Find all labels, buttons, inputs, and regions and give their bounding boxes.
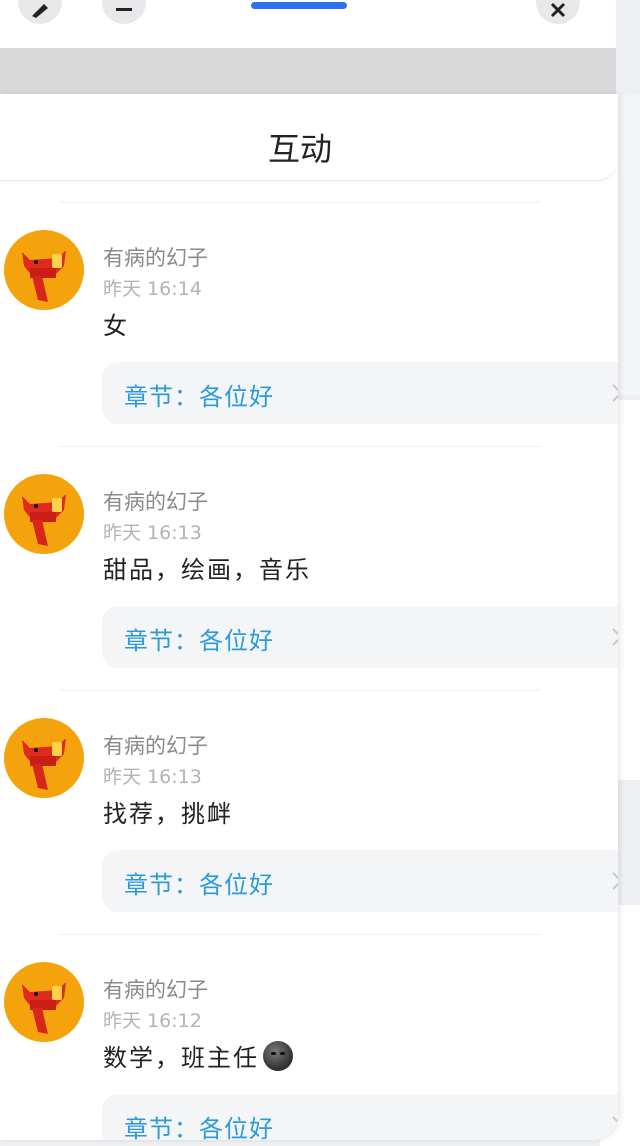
minimize-button[interactable] bbox=[102, 0, 146, 24]
avatar[interactable] bbox=[4, 474, 84, 554]
chevron-right-icon bbox=[612, 872, 618, 890]
chevron-right-icon bbox=[612, 384, 618, 402]
page-title: 互动 bbox=[267, 130, 332, 168]
drag-handle[interactable] bbox=[251, 2, 347, 9]
comment-text-value: 数学，班主任 bbox=[103, 1044, 259, 1072]
avatar[interactable] bbox=[4, 230, 84, 310]
comment-text-value: 甜品，绘画，音乐 bbox=[103, 556, 311, 584]
emoji-icon bbox=[263, 1040, 293, 1071]
interaction-panel: 互动 有病的幻子 昨天 16:14 女 章节：各位好 有病的幻子 昨天 16:1… bbox=[0, 94, 618, 1140]
timestamp: 昨天 16:13 bbox=[103, 522, 202, 544]
comment-text: 数学，班主任 bbox=[103, 1038, 293, 1073]
chapter-link[interactable]: 章节：各位好 bbox=[102, 362, 618, 424]
top-gray-strip bbox=[0, 48, 616, 94]
close-button[interactable] bbox=[536, 0, 580, 24]
comment-text-value: 找荐，挑衅 bbox=[103, 800, 233, 828]
chevron-right-icon bbox=[612, 628, 618, 646]
minimize-icon bbox=[116, 8, 132, 11]
chapter-label: 章节：各位好 bbox=[124, 871, 274, 899]
comment-text: 找荐，挑衅 bbox=[103, 794, 233, 829]
user-name[interactable]: 有病的幻子 bbox=[103, 730, 208, 760]
user-name[interactable]: 有病的幻子 bbox=[103, 242, 208, 272]
close-icon bbox=[550, 2, 566, 18]
comment-text: 甜品，绘画，音乐 bbox=[103, 550, 311, 585]
comment-item[interactable]: 有病的幻子 昨天 16:12 数学，班主任 章节：各位好 bbox=[0, 934, 618, 1140]
timestamp: 昨天 16:14 bbox=[103, 278, 202, 300]
chapter-link[interactable]: 章节：各位好 bbox=[102, 606, 618, 668]
timestamp: 昨天 16:13 bbox=[103, 766, 202, 788]
timestamp: 昨天 16:12 bbox=[103, 1010, 202, 1032]
chevron-right-icon bbox=[612, 1116, 618, 1134]
comment-item[interactable]: 有病的幻子 昨天 16:13 找荐，挑衅 章节：各位好 bbox=[0, 690, 618, 934]
panel-header: 互动 bbox=[0, 94, 618, 181]
top-bar bbox=[0, 0, 616, 48]
chapter-label: 章节：各位好 bbox=[124, 627, 274, 655]
chapter-link[interactable]: 章节：各位好 bbox=[102, 1094, 618, 1140]
user-name[interactable]: 有病的幻子 bbox=[103, 486, 208, 516]
chapter-label: 章节：各位好 bbox=[124, 383, 274, 411]
avatar[interactable] bbox=[4, 962, 84, 1042]
comment-item[interactable]: 有病的幻子 昨天 16:13 甜品，绘画，音乐 章节：各位好 bbox=[0, 446, 618, 690]
comment-text-value: 女 bbox=[103, 312, 129, 340]
edit-icon bbox=[32, 4, 48, 18]
user-name[interactable]: 有病的幻子 bbox=[103, 974, 208, 1004]
avatar[interactable] bbox=[4, 718, 84, 798]
edit-button[interactable] bbox=[18, 0, 62, 24]
comment-text: 女 bbox=[103, 306, 129, 341]
comment-item[interactable]: 有病的幻子 昨天 16:14 女 章节：各位好 bbox=[0, 202, 618, 446]
chapter-link[interactable]: 章节：各位好 bbox=[102, 850, 618, 912]
chapter-label: 章节：各位好 bbox=[124, 1115, 274, 1140]
